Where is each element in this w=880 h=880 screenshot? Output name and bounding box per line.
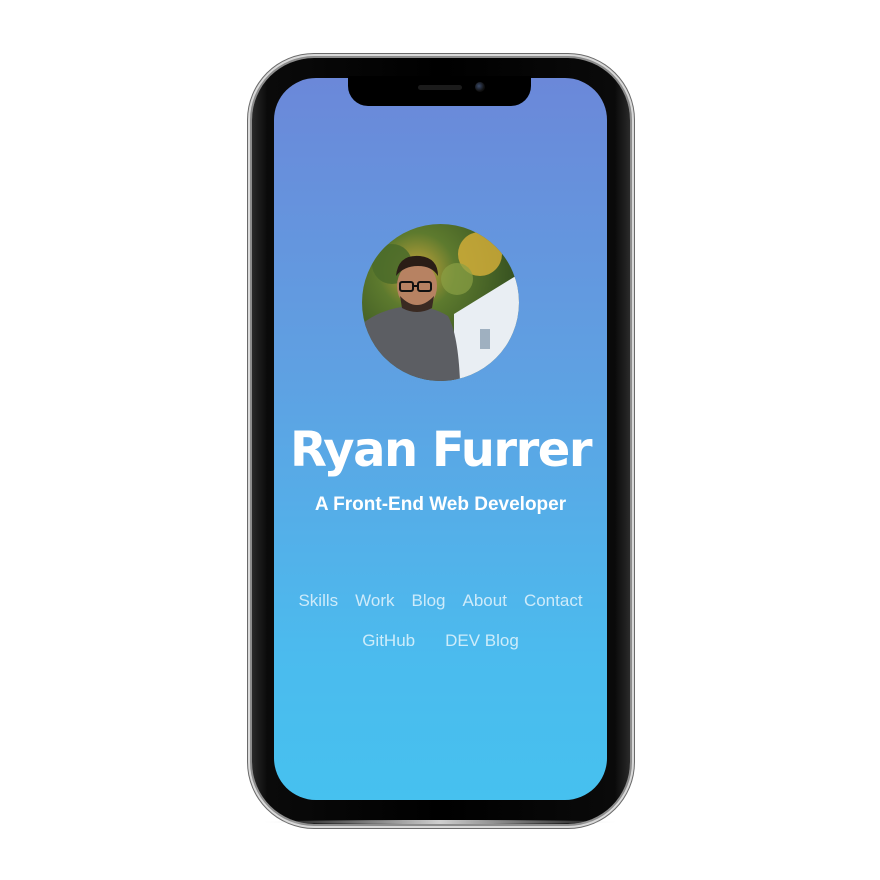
primary-nav: Skills Work Blog About Contact (274, 590, 607, 612)
secondary-nav: GitHub DEV Blog (274, 630, 607, 652)
nav-link-dev-blog[interactable]: DEV Blog (445, 630, 519, 652)
nav-link-about[interactable]: About (463, 590, 507, 612)
nav-link-github[interactable]: GitHub (362, 630, 415, 652)
speaker-grille (418, 85, 462, 90)
nav-link-work[interactable]: Work (355, 590, 394, 612)
nav-link-contact[interactable]: Contact (524, 590, 583, 612)
nav-link-blog[interactable]: Blog (411, 590, 445, 612)
front-camera-icon (475, 82, 485, 92)
avatar (362, 224, 519, 381)
nav-link-skills[interactable]: Skills (298, 590, 338, 612)
phone-shadow (262, 820, 618, 824)
profile-name: Ryan Furrer (289, 422, 593, 478)
profile-tagline: A Front-End Web Developer (314, 494, 567, 515)
phone-notch (348, 76, 531, 106)
profile-photo-icon (362, 224, 519, 381)
